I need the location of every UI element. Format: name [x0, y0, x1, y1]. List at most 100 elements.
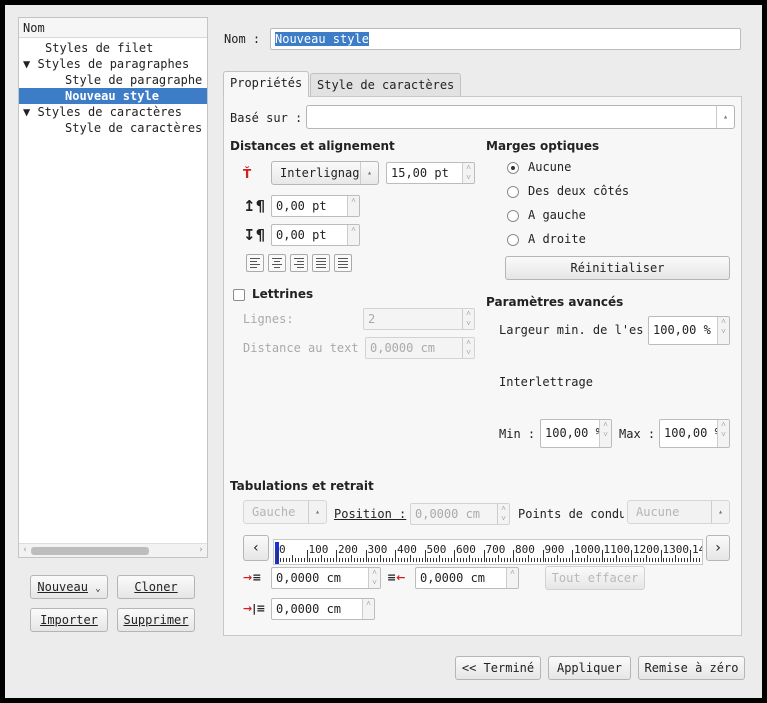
ruler-tick [389, 558, 391, 562]
spin-arrows-icon[interactable]: ˄ ˅ [497, 504, 509, 524]
delete-button[interactable]: Supprimer [117, 608, 195, 632]
ruler-tick [563, 558, 565, 562]
space-above-input[interactable]: 0,00 pt ˄ [271, 195, 360, 217]
style-manager-window: Nom Styles de filet ▼ Styles de paragraph… [5, 5, 762, 698]
ruler-scroll-left-icon[interactable]: ‹ [243, 535, 269, 561]
clear-all-tabs-button[interactable]: Tout effacer [545, 566, 645, 590]
align-center-icon[interactable] [268, 254, 286, 272]
align-force-justify-icon[interactable] [334, 254, 352, 272]
space-below-input[interactable]: 0,00 pt ˄ [271, 224, 360, 246]
optical-margin-radio[interactable] [507, 186, 519, 198]
ruler-tick [622, 558, 624, 562]
ruler-tick [639, 558, 641, 562]
ruler-tick [527, 555, 529, 562]
tab-character-style[interactable]: Style de caractères [310, 73, 462, 97]
leader-select[interactable]: Aucune ▴▾ [627, 500, 730, 524]
space-above-icon: ↥¶ [243, 197, 266, 215]
ruler-tick [306, 550, 308, 562]
done-button[interactable]: << Terminé [455, 656, 541, 680]
spin-arrows-icon[interactable]: ˄ ˅ [462, 163, 474, 183]
new-button[interactable]: Nouveau ⌄ [30, 575, 108, 599]
right-indent-input[interactable]: 0,0000 cm ˄ [415, 567, 519, 589]
ruler-tick [586, 555, 588, 562]
spin-arrows-icon[interactable]: ˄ ˅ [717, 317, 729, 344]
align-left-icon[interactable] [246, 254, 264, 272]
tree-item[interactable]: Style de paragraphe p [19, 72, 207, 88]
dropcap-lines-input[interactable]: 2 ˄ ˅ [363, 308, 475, 330]
expand-arrow-icon[interactable]: ▼ [23, 105, 37, 119]
align-justify-icon[interactable] [312, 254, 330, 272]
expand-arrow-icon[interactable]: ▼ [23, 57, 37, 71]
spin-arrows-icon[interactable]: ˄ [362, 599, 374, 619]
tab-properties[interactable]: Propriétés [223, 71, 310, 97]
tree-item-label: Style de caractères p [65, 121, 207, 135]
scroll-right-icon[interactable]: › [195, 544, 207, 557]
ruler-tick [403, 558, 405, 562]
ruler-tick [350, 555, 352, 562]
tree-item[interactable]: Style de caractères p [19, 120, 207, 136]
min-word-space-label: Largeur min. de l'esp [499, 323, 644, 337]
spin-arrows-icon[interactable]: ˄ [506, 568, 518, 588]
ruler-scroll-right-icon[interactable]: › [706, 535, 730, 561]
ruler-tick [368, 558, 370, 562]
based-on-select[interactable]: ▴▾ [306, 105, 735, 129]
ruler-tick [412, 558, 414, 562]
scroll-thumb[interactable] [31, 547, 149, 555]
tab-ruler[interactable]: 0 100 200 300 400 500 600 700 800 900 1000 1100 1200… [273, 539, 703, 565]
tree-item[interactable]: ▼ Styles de paragraphes [19, 56, 207, 72]
ruler-tick [695, 558, 697, 562]
tree-item[interactable]: ▼ Styles de caractères [19, 104, 207, 120]
ruler-tick [633, 558, 635, 562]
spin-arrows-icon[interactable]: ˄ ˅ [368, 568, 380, 588]
ruler-tick [344, 558, 346, 562]
line-spacing-input[interactable]: 15,00 pt ˄ ˅ [386, 162, 475, 184]
tree-item[interactable]: Styles de filet [19, 40, 207, 56]
line-spacing-mode-select[interactable]: Interlignag ▴▾ [271, 161, 379, 185]
dropcap-distance-input[interactable]: 0,0000 cm ˄ ˅ [365, 337, 475, 359]
style-tree[interactable]: Nom Styles de filet ▼ Styles de paragraph… [18, 17, 208, 558]
spin-arrows-icon[interactable]: ˄ [347, 225, 359, 245]
tab-position-input[interactable]: 0,0000 cm ˄ ˅ [410, 503, 510, 525]
spin-arrows-icon[interactable]: ˄ ˅ [599, 420, 611, 447]
tab-type-select[interactable]: Gauche ▴▾ [243, 500, 327, 524]
optical-margin-radio[interactable] [507, 162, 519, 174]
optical-margin-option-label: A droite [528, 232, 586, 246]
ruler-tick [539, 558, 541, 562]
tree-item[interactable]: Nouveau style [19, 88, 207, 104]
apply-button[interactable]: Appliquer [548, 656, 631, 680]
spin-arrows-icon[interactable]: ˄ ˅ [462, 309, 474, 329]
left-indent-input[interactable]: 0,0000 cm ˄ [271, 598, 375, 620]
style-name-input[interactable]: Nouveau style [270, 28, 741, 50]
ruler-tick [451, 558, 453, 562]
ruler-tick [421, 558, 423, 562]
ruler-tick [383, 558, 385, 562]
optical-margin-radio[interactable] [507, 210, 519, 222]
ruler-tick [288, 558, 290, 562]
ruler-tick [341, 558, 343, 562]
kerning-max-input[interactable]: 100,00 % ˄ ˅ [659, 419, 730, 448]
ruler-tick [589, 558, 591, 562]
optical-margin-option-label: Aucune [528, 160, 572, 174]
reset-optical-margins-button[interactable]: Réinitialiser [505, 256, 730, 280]
tree-horizontal-scrollbar[interactable]: ‹ › [19, 543, 207, 557]
ruler-tick [524, 558, 526, 562]
reset-button[interactable]: Remise à zéro [638, 656, 745, 680]
dropcaps-checkbox[interactable] [233, 289, 245, 301]
align-right-icon[interactable] [290, 254, 308, 272]
first-line-indent-input[interactable]: 0,0000 cm ˄ ˅ [271, 567, 381, 589]
min-word-space-input[interactable]: 100,00 % ˄ ˅ [648, 316, 730, 345]
spin-arrows-icon[interactable]: ˄ ˅ [462, 338, 474, 358]
kerning-min-input[interactable]: 100,00 % ˄ ˅ [540, 419, 612, 448]
ruler-tick [353, 558, 355, 562]
scroll-left-icon[interactable]: ‹ [19, 544, 31, 557]
clone-button[interactable]: Cloner [117, 575, 195, 599]
spin-arrows-icon[interactable]: ˄ [347, 196, 359, 216]
spin-arrows-icon[interactable]: ˄ ˅ [717, 420, 729, 447]
ruler-tick [418, 558, 420, 562]
ruler-label: 1400 [692, 543, 702, 556]
import-button[interactable]: Importer [30, 608, 108, 632]
optical-margin-radio[interactable] [507, 234, 519, 246]
ruler-label: 0 [279, 543, 286, 556]
optical-margins-heading: Marges optiques [486, 139, 600, 153]
ruler-tick [462, 558, 464, 562]
